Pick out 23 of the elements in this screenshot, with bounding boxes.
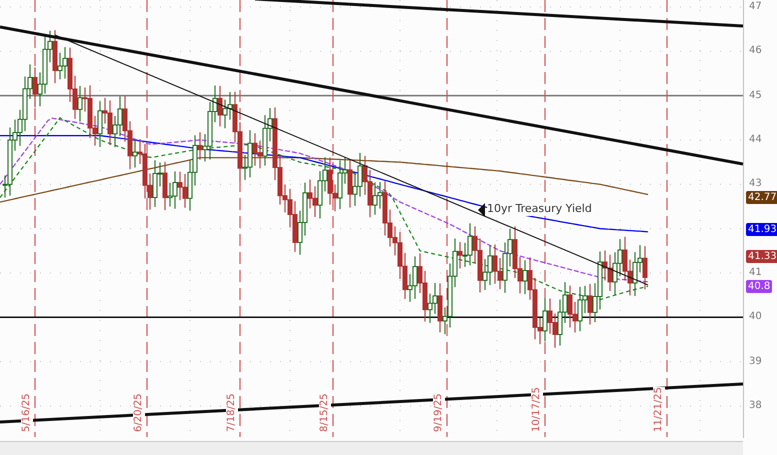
axis-tick-label: 47 <box>749 0 762 14</box>
price-tag: 41.93 <box>746 223 777 236</box>
date-label: 5/16/25 <box>21 393 33 432</box>
date-label: 9/19/25 <box>433 393 445 432</box>
annotation-label: 10yr Treasury Yield <box>487 202 592 216</box>
axis-tick-label: 45 <box>749 88 762 103</box>
axis-tick-label: 44 <box>749 132 762 147</box>
date-label: 10/17/25 <box>531 387 543 432</box>
axis-tick-label: 38 <box>749 398 762 413</box>
date-label: 8/15/25 <box>319 393 331 432</box>
price-tag: 41.33 <box>746 250 777 263</box>
date-label: 7/18/25 <box>226 393 238 432</box>
axis-tick-label: 40 <box>749 310 762 324</box>
axis-tick-label: 41 <box>749 266 762 280</box>
axis-tick-label: 43 <box>749 177 762 192</box>
axis-tick-label: 39 <box>749 354 762 369</box>
date-label: 11/21/25 <box>653 387 665 432</box>
date-label: 6/20/25 <box>133 393 145 432</box>
axis-tick-label: 46 <box>749 44 762 58</box>
price-tag: 40.8 <box>746 280 772 293</box>
pointer-icon <box>478 203 485 217</box>
price-tag: 42.77 <box>746 191 777 204</box>
scroll-bar[interactable] <box>0 441 743 455</box>
